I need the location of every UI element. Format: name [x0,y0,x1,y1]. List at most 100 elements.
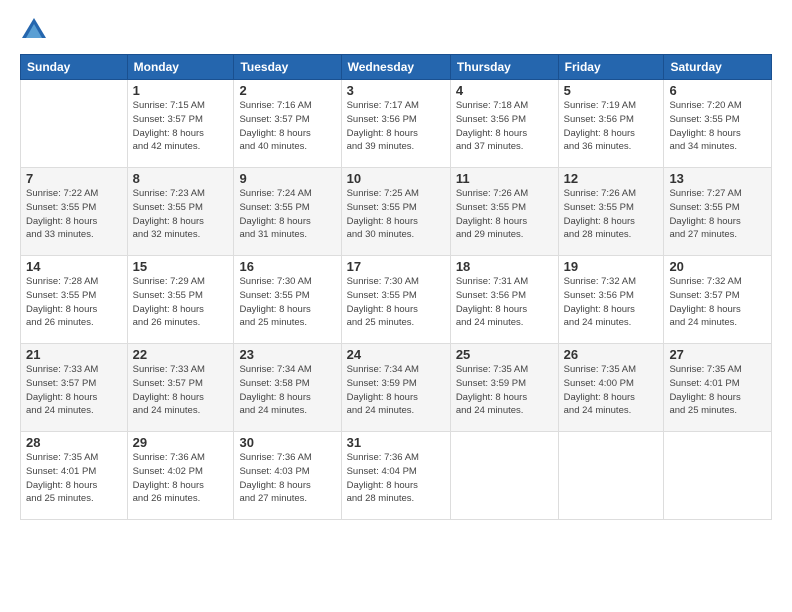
day-info: Sunrise: 7:36 AM Sunset: 4:03 PM Dayligh… [239,451,335,506]
day-info: Sunrise: 7:16 AM Sunset: 3:57 PM Dayligh… [239,99,335,154]
weekday-header-row: SundayMondayTuesdayWednesdayThursdayFrid… [21,55,772,80]
day-info: Sunrise: 7:26 AM Sunset: 3:55 PM Dayligh… [456,187,553,242]
day-info: Sunrise: 7:32 AM Sunset: 3:57 PM Dayligh… [669,275,766,330]
day-info: Sunrise: 7:31 AM Sunset: 3:56 PM Dayligh… [456,275,553,330]
weekday-header-monday: Monday [127,55,234,80]
header [20,16,772,44]
calendar-cell: 18Sunrise: 7:31 AM Sunset: 3:56 PM Dayli… [450,256,558,344]
day-number: 7 [26,171,122,186]
weekday-header-tuesday: Tuesday [234,55,341,80]
day-number: 1 [133,83,229,98]
calendar-cell: 31Sunrise: 7:36 AM Sunset: 4:04 PM Dayli… [341,432,450,520]
day-info: Sunrise: 7:25 AM Sunset: 3:55 PM Dayligh… [347,187,445,242]
day-info: Sunrise: 7:22 AM Sunset: 3:55 PM Dayligh… [26,187,122,242]
day-info: Sunrise: 7:33 AM Sunset: 3:57 PM Dayligh… [133,363,229,418]
calendar-cell: 1Sunrise: 7:15 AM Sunset: 3:57 PM Daylig… [127,80,234,168]
day-number: 12 [564,171,659,186]
day-info: Sunrise: 7:30 AM Sunset: 3:55 PM Dayligh… [239,275,335,330]
day-number: 9 [239,171,335,186]
logo-icon [20,16,48,44]
day-number: 8 [133,171,229,186]
day-number: 20 [669,259,766,274]
calendar-cell: 16Sunrise: 7:30 AM Sunset: 3:55 PM Dayli… [234,256,341,344]
day-number: 17 [347,259,445,274]
calendar-cell: 4Sunrise: 7:18 AM Sunset: 3:56 PM Daylig… [450,80,558,168]
day-number: 5 [564,83,659,98]
week-row-2: 14Sunrise: 7:28 AM Sunset: 3:55 PM Dayli… [21,256,772,344]
day-number: 27 [669,347,766,362]
day-number: 15 [133,259,229,274]
day-number: 23 [239,347,335,362]
weekday-header-thursday: Thursday [450,55,558,80]
calendar-cell [450,432,558,520]
calendar-cell: 23Sunrise: 7:34 AM Sunset: 3:58 PM Dayli… [234,344,341,432]
day-number: 6 [669,83,766,98]
calendar-cell: 21Sunrise: 7:33 AM Sunset: 3:57 PM Dayli… [21,344,128,432]
logo [20,16,52,44]
day-info: Sunrise: 7:32 AM Sunset: 3:56 PM Dayligh… [564,275,659,330]
day-number: 14 [26,259,122,274]
day-number: 10 [347,171,445,186]
calendar-cell: 28Sunrise: 7:35 AM Sunset: 4:01 PM Dayli… [21,432,128,520]
day-number: 25 [456,347,553,362]
calendar: SundayMondayTuesdayWednesdayThursdayFrid… [20,54,772,520]
day-info: Sunrise: 7:34 AM Sunset: 3:59 PM Dayligh… [347,363,445,418]
calendar-cell: 26Sunrise: 7:35 AM Sunset: 4:00 PM Dayli… [558,344,664,432]
calendar-cell: 14Sunrise: 7:28 AM Sunset: 3:55 PM Dayli… [21,256,128,344]
day-number: 2 [239,83,335,98]
calendar-cell [664,432,772,520]
day-number: 29 [133,435,229,450]
day-info: Sunrise: 7:33 AM Sunset: 3:57 PM Dayligh… [26,363,122,418]
day-info: Sunrise: 7:18 AM Sunset: 3:56 PM Dayligh… [456,99,553,154]
day-number: 28 [26,435,122,450]
calendar-cell [558,432,664,520]
page: SundayMondayTuesdayWednesdayThursdayFrid… [0,0,792,612]
calendar-cell: 22Sunrise: 7:33 AM Sunset: 3:57 PM Dayli… [127,344,234,432]
day-number: 30 [239,435,335,450]
day-number: 19 [564,259,659,274]
calendar-cell: 15Sunrise: 7:29 AM Sunset: 3:55 PM Dayli… [127,256,234,344]
day-info: Sunrise: 7:36 AM Sunset: 4:04 PM Dayligh… [347,451,445,506]
calendar-cell: 25Sunrise: 7:35 AM Sunset: 3:59 PM Dayli… [450,344,558,432]
day-info: Sunrise: 7:36 AM Sunset: 4:02 PM Dayligh… [133,451,229,506]
calendar-cell: 6Sunrise: 7:20 AM Sunset: 3:55 PM Daylig… [664,80,772,168]
weekday-header-saturday: Saturday [664,55,772,80]
day-info: Sunrise: 7:17 AM Sunset: 3:56 PM Dayligh… [347,99,445,154]
weekday-header-friday: Friday [558,55,664,80]
day-info: Sunrise: 7:27 AM Sunset: 3:55 PM Dayligh… [669,187,766,242]
weekday-header-wednesday: Wednesday [341,55,450,80]
day-info: Sunrise: 7:28 AM Sunset: 3:55 PM Dayligh… [26,275,122,330]
calendar-cell: 8Sunrise: 7:23 AM Sunset: 3:55 PM Daylig… [127,168,234,256]
week-row-0: 1Sunrise: 7:15 AM Sunset: 3:57 PM Daylig… [21,80,772,168]
week-row-3: 21Sunrise: 7:33 AM Sunset: 3:57 PM Dayli… [21,344,772,432]
day-number: 31 [347,435,445,450]
day-info: Sunrise: 7:34 AM Sunset: 3:58 PM Dayligh… [239,363,335,418]
day-number: 16 [239,259,335,274]
week-row-1: 7Sunrise: 7:22 AM Sunset: 3:55 PM Daylig… [21,168,772,256]
day-number: 3 [347,83,445,98]
calendar-cell: 10Sunrise: 7:25 AM Sunset: 3:55 PM Dayli… [341,168,450,256]
day-info: Sunrise: 7:20 AM Sunset: 3:55 PM Dayligh… [669,99,766,154]
calendar-cell: 20Sunrise: 7:32 AM Sunset: 3:57 PM Dayli… [664,256,772,344]
day-info: Sunrise: 7:35 AM Sunset: 4:01 PM Dayligh… [669,363,766,418]
day-info: Sunrise: 7:19 AM Sunset: 3:56 PM Dayligh… [564,99,659,154]
day-number: 11 [456,171,553,186]
calendar-cell: 30Sunrise: 7:36 AM Sunset: 4:03 PM Dayli… [234,432,341,520]
day-info: Sunrise: 7:26 AM Sunset: 3:55 PM Dayligh… [564,187,659,242]
day-info: Sunrise: 7:23 AM Sunset: 3:55 PM Dayligh… [133,187,229,242]
calendar-cell: 17Sunrise: 7:30 AM Sunset: 3:55 PM Dayli… [341,256,450,344]
day-number: 26 [564,347,659,362]
calendar-cell: 24Sunrise: 7:34 AM Sunset: 3:59 PM Dayli… [341,344,450,432]
calendar-cell: 2Sunrise: 7:16 AM Sunset: 3:57 PM Daylig… [234,80,341,168]
calendar-cell [21,80,128,168]
day-info: Sunrise: 7:29 AM Sunset: 3:55 PM Dayligh… [133,275,229,330]
day-number: 21 [26,347,122,362]
calendar-cell: 3Sunrise: 7:17 AM Sunset: 3:56 PM Daylig… [341,80,450,168]
day-info: Sunrise: 7:35 AM Sunset: 4:01 PM Dayligh… [26,451,122,506]
day-number: 24 [347,347,445,362]
weekday-header-sunday: Sunday [21,55,128,80]
calendar-cell: 11Sunrise: 7:26 AM Sunset: 3:55 PM Dayli… [450,168,558,256]
day-number: 4 [456,83,553,98]
day-info: Sunrise: 7:30 AM Sunset: 3:55 PM Dayligh… [347,275,445,330]
day-info: Sunrise: 7:15 AM Sunset: 3:57 PM Dayligh… [133,99,229,154]
